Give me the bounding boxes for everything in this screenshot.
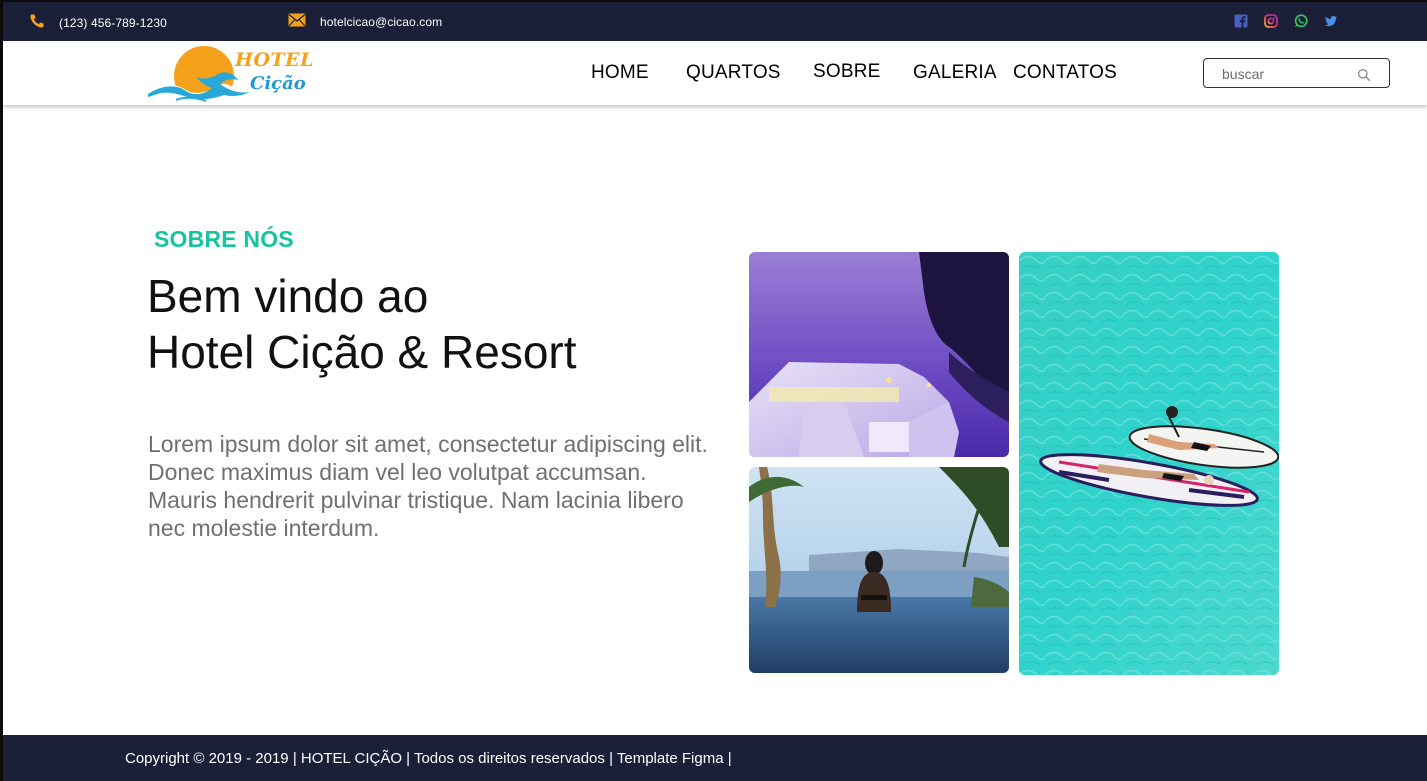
page-title-line-1: Bem vindo ao	[147, 270, 429, 322]
photo-infinity-pool	[749, 467, 1009, 673]
intro-paragraph: Lorem ipsum dolor sit amet, consectetur …	[148, 431, 708, 541]
mail-icon	[288, 13, 306, 30]
search-icon[interactable]	[1357, 68, 1371, 82]
phone-contact[interactable]: (123) 456-789-1230	[29, 13, 167, 32]
page-title-line-2: Hotel Cição & Resort	[147, 326, 577, 378]
window-frame-left	[0, 0, 3, 781]
phone-icon	[29, 13, 45, 32]
search-placeholder: buscar	[1222, 66, 1265, 82]
phone-number: (123) 456-789-1230	[59, 15, 167, 30]
nav-home[interactable]: HOME	[591, 62, 649, 84]
nav-contatos[interactable]: CONTATOS	[1013, 62, 1117, 84]
photo-santorini-terrace	[749, 252, 1009, 457]
top-contact-bar: (123) 456-789-1230 hotelcicao@cicao.com	[3, 2, 1427, 41]
photo-paddleboards	[1019, 252, 1279, 675]
logo-text-cicao: Cição	[250, 73, 306, 94]
nav-sobre[interactable]: SOBRE	[813, 61, 881, 83]
twitter-icon[interactable]	[1324, 14, 1339, 29]
page-footer: Copyright © 2019 - 2019 | HOTEL CIÇÃO | …	[3, 735, 1427, 781]
instagram-icon[interactable]	[1264, 14, 1279, 29]
email-contact[interactable]: hotelcicao@cicao.com	[288, 13, 442, 30]
whatsapp-icon[interactable]	[1294, 14, 1309, 29]
logo-text-hotel: HOTEL	[235, 49, 314, 71]
page-title: Bem vindo ao Hotel Cição & Resort	[147, 268, 577, 380]
section-kicker: SOBRE NÓS	[154, 226, 294, 252]
search-input[interactable]: buscar	[1203, 58, 1390, 88]
facebook-icon[interactable]	[1234, 14, 1249, 29]
nav-quartos[interactable]: QUARTOS	[686, 62, 781, 84]
email-address: hotelcicao@cicao.com	[320, 14, 443, 29]
footer-copyright: Copyright © 2019 - 2019 | HOTEL CIÇÃO | …	[125, 750, 732, 767]
nav-galeria[interactable]: GALERIA	[913, 62, 997, 84]
hotel-logo[interactable]: HOTEL Cição	[146, 44, 313, 102]
social-links	[1234, 14, 1339, 29]
main-header: HOTEL Cição HOME QUARTOS SOBRE GALERIA C…	[3, 41, 1427, 105]
